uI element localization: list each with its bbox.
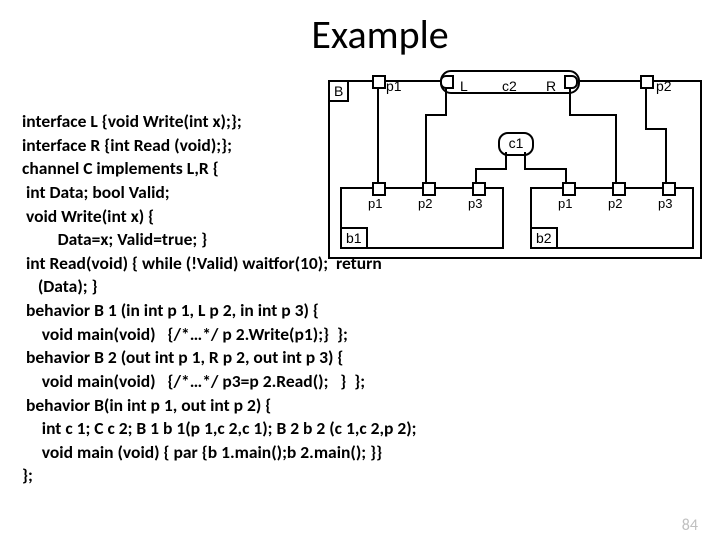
port-box [662, 182, 676, 196]
wire [475, 168, 507, 170]
port-box [372, 182, 386, 196]
page-title: Example [40, 10, 720, 59]
code-line: }; [22, 464, 702, 488]
code-line: behavior B 2 (out int p 1, R p 2, out in… [22, 346, 702, 370]
port-box [422, 182, 436, 196]
label-b1-p3: p3 [468, 197, 482, 210]
wire [425, 114, 427, 184]
wire [615, 114, 617, 184]
box-b2: b2 p1 p2 p3 [530, 187, 694, 249]
label-b1-p2: p2 [418, 197, 432, 210]
port-box [612, 182, 626, 196]
port-box [640, 75, 654, 89]
diagram: B p1 p2 L c2 R c1 b1 p1 p2 p3 b2 p1 p2 p… [328, 80, 702, 259]
code-line: behavior B(in int p 1, out int p 2) { [22, 394, 702, 418]
code-line: void main (void) { par {b 1.main();b 2.m… [22, 441, 702, 465]
label-b2-p1: p1 [558, 197, 572, 210]
tab-b1: b1 [340, 227, 368, 249]
wire [665, 128, 667, 184]
port-box [372, 75, 386, 89]
label-r: R [546, 78, 556, 94]
wire [377, 88, 379, 184]
label-p1: p1 [386, 78, 402, 94]
wire [445, 88, 447, 114]
box-b1: b1 p1 p2 p3 [340, 187, 504, 249]
label-b2-p3: p3 [658, 197, 672, 210]
label-b2-p2: p2 [608, 197, 622, 210]
wire [565, 168, 567, 184]
wire [475, 168, 477, 184]
wire [645, 88, 647, 128]
code-line: behavior B 1 (in int p 1, L p 2, in int … [22, 299, 702, 323]
wire [425, 114, 447, 116]
wire [645, 128, 667, 130]
label-l: L [460, 78, 468, 94]
label-p2: p2 [656, 78, 672, 94]
wire [524, 152, 526, 168]
code-line: (Data); } [22, 275, 702, 299]
code-line: void main(void) {/*…*/ p3=p 2.Read(); } … [22, 370, 702, 394]
port-l [440, 75, 454, 89]
code-line: void main(void) {/*…*/ p 2.Write(p1);} }… [22, 323, 702, 347]
wire [505, 152, 507, 168]
wire [569, 114, 616, 116]
port-box [472, 182, 486, 196]
port-box [562, 182, 576, 196]
page-number: 84 [682, 516, 698, 535]
wire [524, 168, 566, 170]
outer-tab-b: B [328, 80, 349, 102]
tab-b2: b2 [530, 227, 558, 249]
oval-c1: c1 [498, 132, 534, 156]
label-c2: c2 [502, 78, 517, 94]
code-line: int c 1; C c 2; B 1 b 1(p 1,c 2,c 1); B … [22, 417, 702, 441]
port-r [564, 75, 578, 89]
wire [569, 88, 571, 114]
label-b1-p1: p1 [368, 197, 382, 210]
